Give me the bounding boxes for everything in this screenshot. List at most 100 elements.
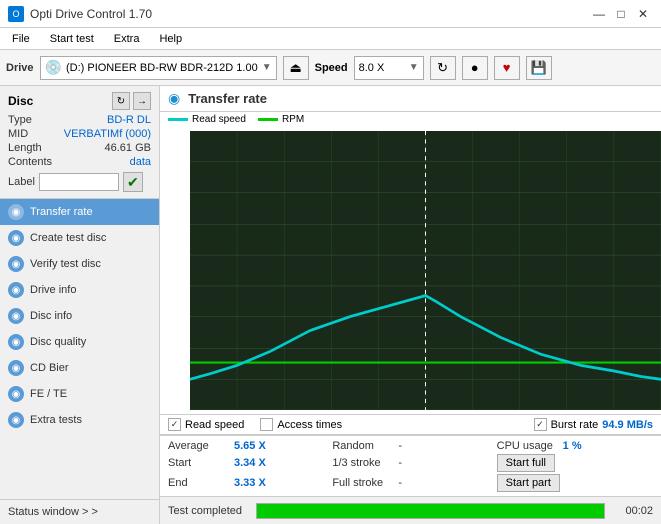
label-go-button[interactable]: ✔: [123, 172, 143, 192]
nav-item-disc-info[interactable]: ◉ Disc info: [0, 303, 159, 329]
legend-read-speed: Read speed: [168, 114, 246, 125]
chart-header: ◉ Transfer rate: [160, 86, 661, 112]
nav-item-extra-tests[interactable]: ◉ Extra tests: [0, 407, 159, 433]
nav-item-drive-info[interactable]: ◉ Drive info: [0, 277, 159, 303]
stats-row-average: Average 5.65 X: [168, 440, 324, 452]
save-button[interactable]: 💾: [526, 56, 552, 80]
speed-value: 8.0 X: [359, 62, 405, 74]
average-val: 5.65 X: [234, 440, 274, 452]
nav-item-create-test-disc[interactable]: ◉ Create test disc: [0, 225, 159, 251]
type-value: BD-R DL: [107, 114, 151, 126]
minimize-button[interactable]: —: [589, 4, 609, 24]
cpu-val: 1 %: [563, 440, 603, 452]
nav-label-disc-info: Disc info: [30, 310, 72, 322]
cb-read-speed-label: Read speed: [185, 419, 244, 431]
rpm-color: [258, 118, 278, 121]
progress-row: Test completed 00:02: [160, 496, 661, 524]
stats-area: Average 5.65 X Random - CPU usage 1 % St…: [160, 435, 661, 496]
toolbar: Drive 💿 (D:) PIONEER BD-RW BDR-212D 1.00…: [0, 50, 661, 86]
window-controls: — □ ✕: [589, 4, 653, 24]
start-full-button[interactable]: Start full: [497, 454, 555, 472]
full-stroke-key: Full stroke: [332, 477, 392, 489]
progress-time: 00:02: [613, 505, 653, 517]
nav-label-extra-tests: Extra tests: [30, 414, 82, 426]
cb-access-times-box[interactable]: [260, 418, 273, 431]
menu-bar: File Start test Extra Help: [0, 28, 661, 50]
speed-selector[interactable]: 8.0 X ▼: [354, 56, 424, 80]
chart-svg: 18X 16X 14X 12X 10X 8X 6X 4X 2X 0.0 5.0 …: [190, 131, 661, 410]
random-val: -: [398, 440, 402, 452]
burst-rate-value: 94.9 MB/s: [602, 419, 653, 431]
progress-label: Test completed: [168, 505, 248, 517]
label-key: Label: [8, 176, 35, 188]
legend-rpm: RPM: [258, 114, 304, 125]
contents-value: data: [130, 156, 151, 168]
average-key: Average: [168, 440, 228, 452]
stats-row-end: End 3.33 X: [168, 474, 324, 492]
app-icon: O: [8, 6, 24, 22]
menu-file[interactable]: File: [4, 31, 38, 47]
progress-bar-outer: [256, 503, 605, 519]
nav-label-verify-test-disc: Verify test disc: [30, 258, 101, 270]
nav-label-create-test-disc: Create test disc: [30, 232, 106, 244]
maximize-button[interactable]: □: [611, 4, 631, 24]
nav-item-cd-bier[interactable]: ◉ CD Bier: [0, 355, 159, 381]
menu-extra[interactable]: Extra: [106, 31, 148, 47]
disc-button[interactable]: ●: [462, 56, 488, 80]
close-button[interactable]: ✕: [633, 4, 653, 24]
transfer-rate-icon: ◉: [8, 204, 24, 220]
stats-row-random: Random -: [332, 440, 488, 452]
disc-refresh-button[interactable]: ↻: [112, 92, 130, 110]
menu-help[interactable]: Help: [151, 31, 190, 47]
stroke-1-3-val: -: [398, 457, 402, 469]
nav-menu: ◉ Transfer rate ◉ Create test disc ◉ Ver…: [0, 199, 159, 499]
cb-burst-rate-box[interactable]: ✓: [534, 418, 547, 431]
nav-item-verify-test-disc[interactable]: ◉ Verify test disc: [0, 251, 159, 277]
refresh-button[interactable]: ↻: [430, 56, 456, 80]
drive-selector[interactable]: 💿 (D:) PIONEER BD-RW BDR-212D 1.00 ▼: [40, 56, 277, 80]
nav-item-transfer-rate[interactable]: ◉ Transfer rate: [0, 199, 159, 225]
disc-section: Disc ↻ → Type BD-R DL MID VERBATIMf (000…: [0, 86, 159, 199]
eject-button[interactable]: ⏏: [283, 56, 309, 80]
disc-quality-icon: ◉: [8, 334, 24, 350]
right-panel: ◉ Transfer rate Read speed RPM: [160, 86, 661, 524]
end-key: End: [168, 477, 228, 489]
cb-read-speed[interactable]: ✓ Read speed: [168, 418, 244, 431]
chart-legend: Read speed RPM: [160, 112, 661, 127]
nav-item-fe-te[interactable]: ◉ FE / TE: [0, 381, 159, 407]
stroke-1-3-key: 1/3 stroke: [332, 457, 392, 469]
label-input[interactable]: [39, 173, 119, 191]
bookmark-button[interactable]: ♥: [494, 56, 520, 80]
stats-row-start-full: Start full: [497, 454, 653, 472]
full-stroke-val: -: [398, 477, 402, 489]
left-panel: Disc ↻ → Type BD-R DL MID VERBATIMf (000…: [0, 86, 160, 524]
cb-access-times-label: Access times: [277, 419, 342, 431]
status-window-button[interactable]: Status window > >: [0, 499, 159, 524]
legend-rpm-label: RPM: [282, 114, 304, 125]
drive-select-text: (D:) PIONEER BD-RW BDR-212D 1.00: [66, 62, 258, 74]
cb-burst-rate[interactable]: ✓ Burst rate: [534, 418, 599, 431]
chart-container: 18X 16X 14X 12X 10X 8X 6X 4X 2X 0.0 5.0 …: [160, 127, 661, 414]
stats-row-cpu: CPU usage 1 %: [497, 440, 653, 452]
stats-row-start-part: Start part: [497, 474, 653, 492]
window-title: Opti Drive Control 1.70: [30, 7, 152, 21]
menu-start-test[interactable]: Start test: [42, 31, 102, 47]
verify-test-disc-icon: ◉: [8, 256, 24, 272]
stats-row-1-3-stroke: 1/3 stroke -: [332, 454, 488, 472]
nav-item-disc-quality[interactable]: ◉ Disc quality: [0, 329, 159, 355]
title-bar: O Opti Drive Control 1.70 — □ ✕: [0, 0, 661, 28]
nav-label-drive-info: Drive info: [30, 284, 76, 296]
length-key: Length: [8, 142, 42, 154]
mid-value: VERBATIMf (000): [64, 128, 151, 140]
cpu-key: CPU usage: [497, 440, 557, 452]
disc-arrow-button[interactable]: →: [133, 92, 151, 110]
status-window-label: Status window > >: [8, 506, 98, 518]
cb-burst-rate-label: Burst rate: [551, 419, 599, 431]
cb-access-times[interactable]: Access times: [260, 418, 342, 431]
cb-read-speed-box[interactable]: ✓: [168, 418, 181, 431]
disc-title: Disc: [8, 94, 33, 108]
start-part-button[interactable]: Start part: [497, 474, 560, 492]
stats-row-start: Start 3.34 X: [168, 454, 324, 472]
create-test-disc-icon: ◉: [8, 230, 24, 246]
nav-label-transfer-rate: Transfer rate: [30, 206, 93, 218]
